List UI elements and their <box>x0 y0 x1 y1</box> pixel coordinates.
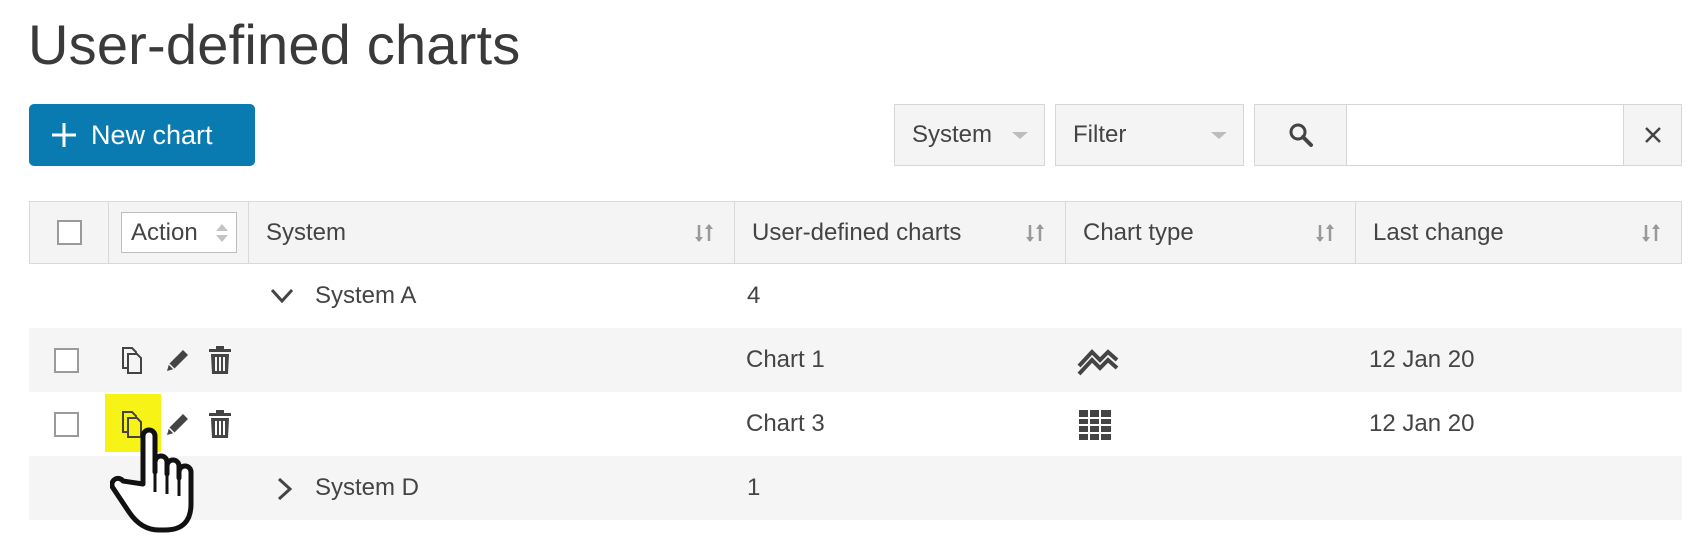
chevron-down-icon <box>1211 132 1227 139</box>
search-icon <box>1289 123 1313 147</box>
column-label-system: System <box>266 218 347 246</box>
new-chart-button[interactable]: New chart <box>29 104 255 166</box>
table-row: Chart 3 12 Jan 20 <box>29 392 1682 456</box>
trash-icon[interactable] <box>207 345 233 375</box>
clear-search-button[interactable] <box>1623 104 1682 166</box>
table-row: Chart 1 12 Jan 20 <box>29 328 1682 392</box>
system-dropdown-label: System <box>912 121 993 148</box>
row-checkbox[interactable] <box>54 348 79 373</box>
line-chart-icon <box>1077 349 1119 376</box>
row-checkbox[interactable] <box>54 412 79 437</box>
select-all-checkbox[interactable] <box>56 220 82 245</box>
sort-icon <box>1026 224 1044 242</box>
action-header-cell: Action <box>109 202 249 263</box>
table-header: Action System User-defined charts Chart … <box>29 201 1682 264</box>
column-header-last-change[interactable]: Last change <box>1356 202 1681 263</box>
column-label-chart-type: Chart type <box>1083 218 1194 246</box>
sort-icon <box>695 224 713 242</box>
pencil-icon[interactable] <box>162 346 192 376</box>
filter-dropdown-label: Filter <box>1073 121 1127 148</box>
sort-icon <box>1642 224 1660 242</box>
sort-icon <box>216 224 228 242</box>
plus-icon <box>52 123 76 147</box>
group-row[interactable]: System D 1 <box>29 456 1682 520</box>
select-all-cell <box>30 202 109 263</box>
close-icon <box>1644 127 1661 143</box>
group-row[interactable]: System A 4 <box>29 264 1682 328</box>
charts-table: Action System User-defined charts Chart … <box>29 201 1682 520</box>
new-chart-label: New chart <box>91 119 213 150</box>
table-chart-icon <box>1079 410 1111 440</box>
column-header-system[interactable]: System <box>249 202 735 263</box>
chevron-down-icon <box>1012 132 1028 139</box>
column-label-last-change: Last change <box>1373 218 1504 246</box>
search-button[interactable] <box>1254 104 1347 166</box>
column-label-charts: User-defined charts <box>752 218 962 246</box>
search-input[interactable] <box>1346 104 1624 166</box>
chevron-right-icon[interactable] <box>273 476 295 502</box>
sort-icon <box>1316 224 1334 242</box>
page-title: User-defined charts <box>28 13 521 76</box>
copy-icon[interactable] <box>120 345 146 375</box>
system-dropdown[interactable]: System <box>894 104 1045 166</box>
chart-name: Chart 3 <box>746 410 825 437</box>
group-name: System D <box>315 474 420 501</box>
group-count: 1 <box>747 474 761 501</box>
trash-icon[interactable] <box>207 409 233 439</box>
column-header-charts[interactable]: User-defined charts <box>735 202 1066 263</box>
group-count: 4 <box>747 282 761 309</box>
last-change: 12 Jan 20 <box>1369 346 1475 373</box>
action-header[interactable]: Action <box>121 212 237 253</box>
group-name: System A <box>315 282 417 309</box>
filter-dropdown[interactable]: Filter <box>1055 104 1244 166</box>
last-change: 12 Jan 20 <box>1369 410 1475 437</box>
hand-cursor-icon <box>110 427 194 533</box>
action-header-label: Action <box>131 218 198 246</box>
chevron-down-icon[interactable] <box>269 284 295 308</box>
column-header-chart-type[interactable]: Chart type <box>1066 202 1356 263</box>
chart-name: Chart 1 <box>746 346 825 373</box>
